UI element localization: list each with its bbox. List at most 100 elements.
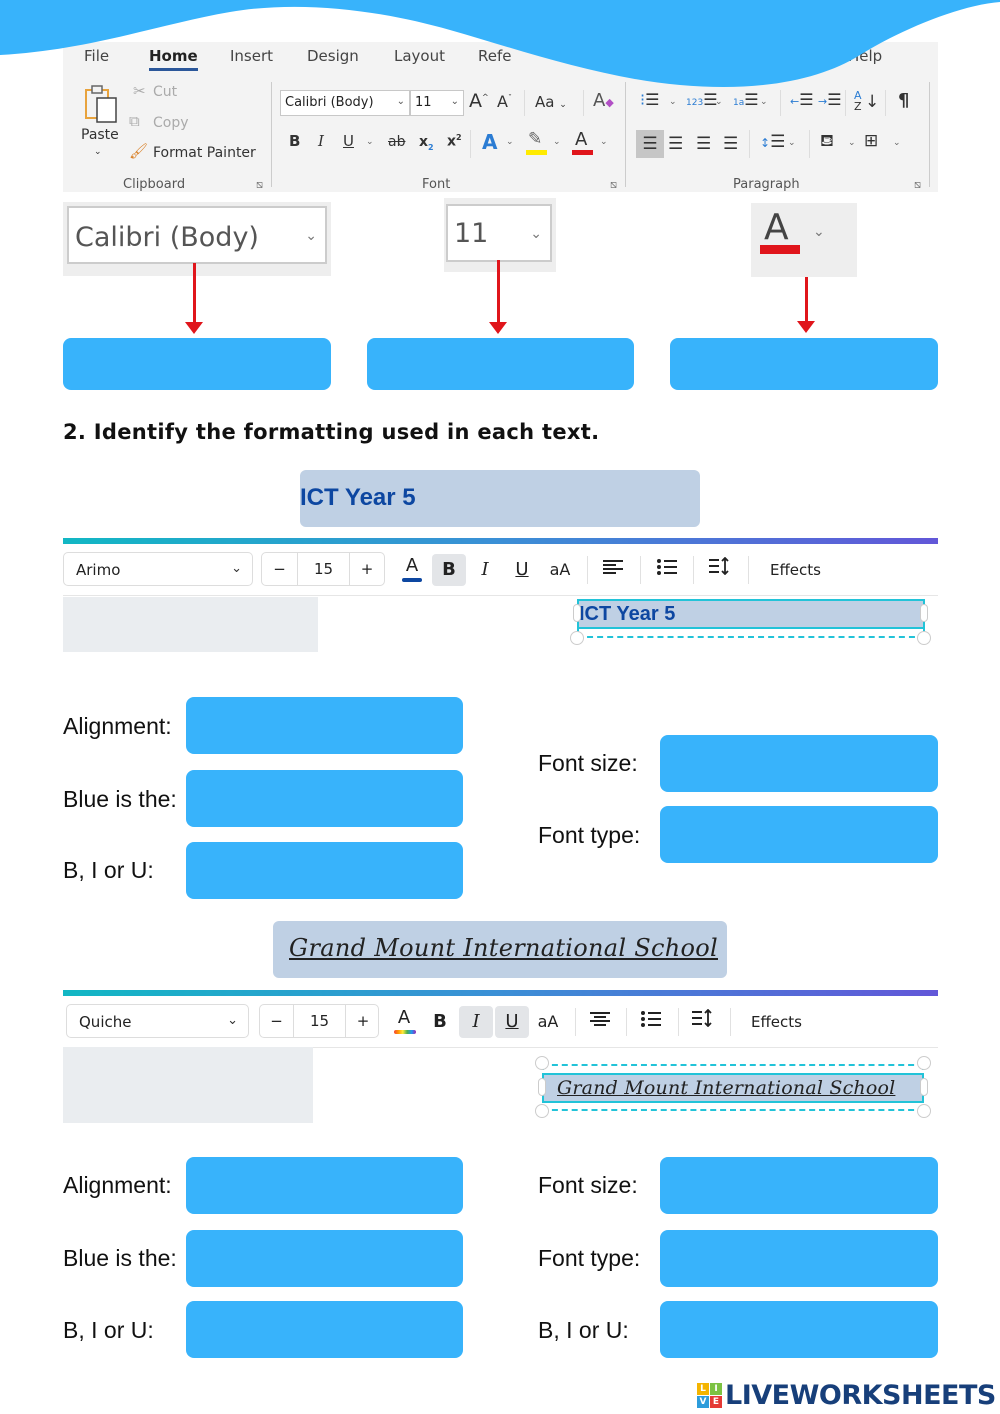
- text-effects-icon[interactable]: A: [482, 132, 497, 152]
- answer-box-blue[interactable]: [186, 770, 463, 827]
- letter-case-button[interactable]: aA: [531, 1006, 565, 1038]
- text-color-button[interactable]: A: [387, 1006, 421, 1038]
- text-color-icon: A: [405, 555, 419, 576]
- answer-box-font-type[interactable]: [660, 1230, 938, 1287]
- subscript-button[interactable]: x2: [419, 135, 434, 152]
- chevron-down-icon[interactable]: ⌄: [893, 139, 901, 148]
- strikethrough-button[interactable]: ab: [388, 135, 405, 149]
- answer-box-font-size[interactable]: [660, 1157, 938, 1214]
- bold-button[interactable]: B: [289, 134, 300, 149]
- arrow-line: [193, 263, 196, 325]
- spacing-button[interactable]: [703, 554, 737, 586]
- resize-handle[interactable]: [570, 631, 584, 645]
- clipboard-group-label: Clipboard: [123, 177, 186, 192]
- font-size-zoomed-value: 11: [454, 218, 489, 249]
- chevron-down-icon[interactable]: ⌄: [600, 138, 608, 147]
- resize-handle[interactable]: [535, 1104, 549, 1118]
- spacing-button[interactable]: [686, 1006, 720, 1038]
- chevron-down-icon[interactable]: ⌄: [553, 138, 561, 147]
- dialog-launcher-icon[interactable]: ⧅: [256, 178, 263, 192]
- chevron-down-icon[interactable]: ⌄: [788, 139, 796, 148]
- effects-button[interactable]: Effects: [751, 1013, 802, 1031]
- underline-button[interactable]: U: [343, 134, 354, 149]
- list-button[interactable]: [650, 554, 684, 586]
- selected-text-box-1[interactable]: ICT Year 5: [577, 599, 925, 629]
- dialog-launcher-icon[interactable]: ⧅: [914, 178, 921, 192]
- chevron-down-icon[interactable]: ⌄: [848, 139, 856, 148]
- answer-box-font-size[interactable]: [660, 735, 938, 792]
- bullet-list-icon: [641, 1011, 661, 1027]
- resize-handle[interactable]: [917, 1104, 931, 1118]
- align-left-button[interactable]: ☰: [636, 130, 664, 158]
- answer-box-alignment[interactable]: [186, 697, 463, 754]
- font-color-icon[interactable]: A: [575, 131, 587, 149]
- copy-button[interactable]: Copy: [153, 115, 189, 131]
- resize-handle[interactable]: [917, 631, 931, 645]
- answer-box-blue[interactable]: [186, 1230, 463, 1287]
- answer-box-font-size[interactable]: [367, 338, 634, 390]
- answer-box-biu[interactable]: [186, 842, 463, 899]
- answer-box-biu-right[interactable]: [660, 1301, 938, 1358]
- font-family-dropdown[interactable]: Arimo ⌄: [63, 552, 253, 586]
- decrease-size-button[interactable]: −: [260, 1005, 294, 1037]
- answer-box-font-name[interactable]: [63, 338, 331, 390]
- increase-size-button[interactable]: +: [350, 553, 384, 585]
- italic-button[interactable]: I: [459, 1006, 493, 1038]
- line-spacing-icon[interactable]: ↕☰: [760, 134, 785, 151]
- highlighter-icon[interactable]: ✎: [528, 131, 542, 148]
- resize-handle[interactable]: [538, 1078, 546, 1096]
- font-size-stepper[interactable]: − 15 +: [261, 552, 385, 586]
- chevron-down-icon[interactable]: ⌄: [366, 138, 374, 147]
- resize-handle[interactable]: [573, 604, 581, 622]
- font-size-stepper[interactable]: − 15 +: [259, 1004, 379, 1038]
- resize-handle[interactable]: [535, 1056, 549, 1070]
- underline-button[interactable]: U: [505, 554, 539, 586]
- list-button[interactable]: [634, 1006, 668, 1038]
- increase-size-button[interactable]: +: [346, 1005, 380, 1037]
- bold-button[interactable]: B: [423, 1006, 457, 1038]
- resize-handle[interactable]: [920, 604, 928, 622]
- divider: [626, 1008, 627, 1036]
- align-center-button[interactable]: ☰: [668, 136, 683, 153]
- resize-handle[interactable]: [917, 1056, 931, 1070]
- font-family-dropdown[interactable]: Quiche ⌄: [66, 1004, 249, 1038]
- copy-icon: ⧉: [129, 112, 140, 130]
- label-font-size: Font size:: [538, 1172, 638, 1198]
- chevron-down-icon: ⌄: [227, 1013, 238, 1028]
- selected-text-box-2[interactable]: Grand Mount International School: [542, 1073, 924, 1103]
- brand-name: LIVEWORKSHEETS: [725, 1379, 996, 1411]
- resize-handle[interactable]: [920, 1078, 928, 1096]
- decrease-size-button[interactable]: −: [262, 553, 298, 585]
- answer-box-font-type[interactable]: [660, 806, 938, 863]
- answer-box-alignment[interactable]: [186, 1157, 463, 1214]
- font-size-input[interactable]: 15: [294, 1005, 346, 1037]
- align-center-button[interactable]: [583, 1006, 617, 1038]
- answer-box-font-color[interactable]: [670, 338, 938, 390]
- align-left-button[interactable]: [596, 554, 630, 586]
- letter-case-button[interactable]: aA: [543, 554, 577, 586]
- text-color-bar: [402, 578, 422, 582]
- answer-box-biu[interactable]: [186, 1301, 463, 1358]
- format-painter-button[interactable]: Format Painter: [153, 145, 256, 161]
- superscript-button[interactable]: x2: [447, 134, 462, 149]
- chevron-down-icon: ⌄: [94, 147, 102, 157]
- text-color-button[interactable]: A: [395, 554, 429, 586]
- font-family-value: Quiche: [79, 1013, 132, 1031]
- bold-button[interactable]: B: [432, 554, 466, 586]
- shading-icon[interactable]: ⛾: [820, 133, 834, 150]
- italic-button[interactable]: I: [318, 134, 324, 149]
- dialog-launcher-icon[interactable]: ⧅: [610, 178, 617, 192]
- underline-button[interactable]: U: [495, 1006, 529, 1038]
- font-size-input[interactable]: 15: [298, 553, 350, 585]
- align-left-icon: [603, 560, 623, 574]
- divider: [470, 130, 471, 158]
- chevron-down-icon[interactable]: ⌄: [506, 138, 514, 147]
- liveworksheets-logo: L I V E LIVEWORKSHEETS: [697, 1378, 996, 1412]
- font-color-zoomed-bar: [760, 245, 800, 254]
- label-alignment: Alignment:: [63, 1172, 172, 1198]
- effects-button[interactable]: Effects: [770, 561, 821, 579]
- borders-icon[interactable]: ⊞: [864, 133, 878, 150]
- italic-button[interactable]: I: [468, 554, 502, 586]
- justify-button[interactable]: ☰: [723, 136, 738, 153]
- align-right-button[interactable]: ☰: [696, 136, 711, 153]
